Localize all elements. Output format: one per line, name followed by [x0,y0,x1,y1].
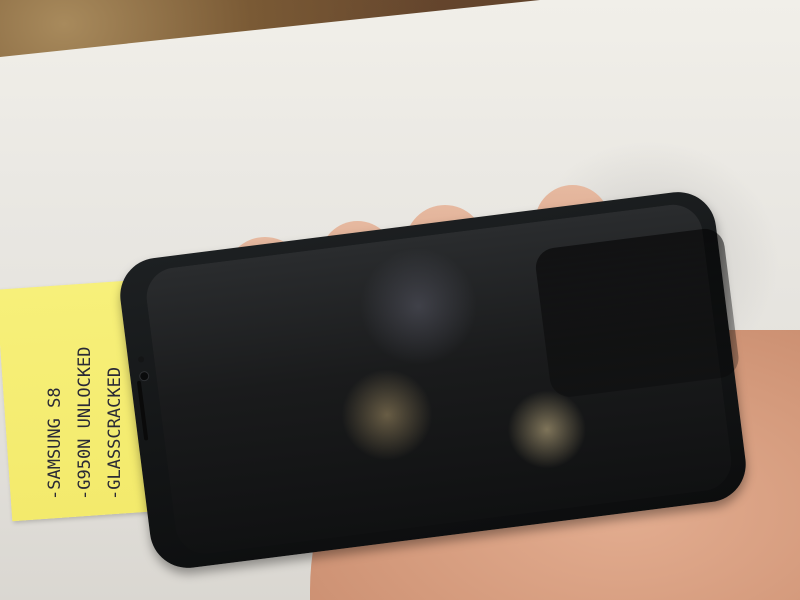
earpiece-speaker [136,380,149,441]
photo-scene: -SAMSUNG S8 -G950N UNLOCKED -GLASSCRACKE… [0,0,800,600]
sticky-note-handwriting: -SAMSUNG S8 -G950N UNLOCKED -GLASSCRACKE… [40,346,130,500]
front-camera [139,371,149,381]
screen-reflection [533,226,741,400]
note-line-condition: -GLASSCRACKED [105,366,125,500]
phone-screen-cracked [143,201,741,558]
proximity-sensor [137,356,145,363]
note-line-variant: -G950N UNLOCKED [75,346,95,500]
note-line-model: -SAMSUNG S8 [45,387,65,500]
